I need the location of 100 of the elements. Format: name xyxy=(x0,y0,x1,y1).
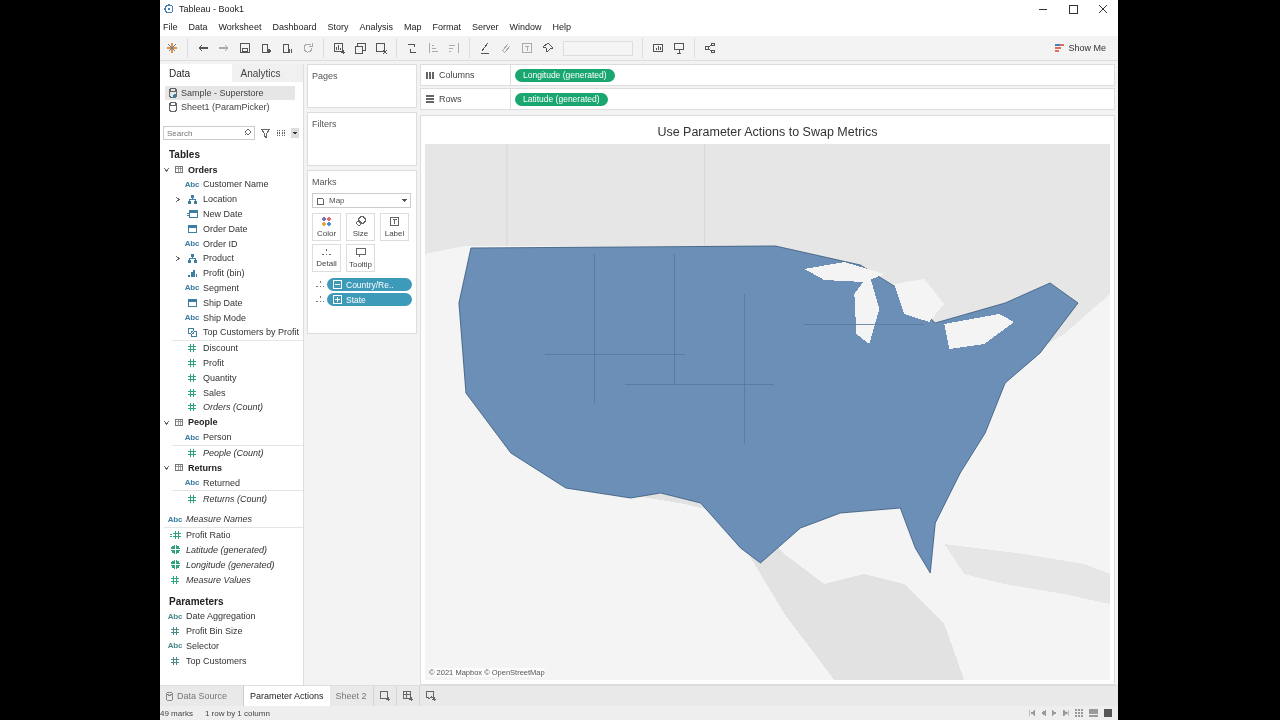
menu-item[interactable]: Data xyxy=(188,22,208,32)
field-name[interactable]: Quantity xyxy=(203,372,237,383)
grid-view-icon[interactable] xyxy=(276,129,285,137)
pin-icon[interactable] xyxy=(542,42,554,54)
logo-icon[interactable] xyxy=(166,42,178,54)
field-name[interactable]: Discount xyxy=(203,343,238,354)
field-name[interactable]: Orders (Count) xyxy=(203,402,264,413)
field-name[interactable]: Measure Names xyxy=(186,514,253,525)
field-name[interactable]: Location xyxy=(203,194,238,205)
field-name[interactable]: Returns (Count) xyxy=(203,493,268,504)
field-name[interactable]: Sales xyxy=(203,387,226,398)
marks-button[interactable]: Label xyxy=(380,213,409,241)
field-name[interactable]: Profit Ratio xyxy=(186,530,231,541)
menu-item[interactable]: Help xyxy=(552,22,572,32)
data-type-label: Abc xyxy=(184,283,200,293)
menu-item[interactable]: Dashboard xyxy=(272,22,317,32)
sheet-tab[interactable]: Parameter Actions xyxy=(244,686,330,706)
data-source-item[interactable]: Sheet1 (ParamPicker) xyxy=(165,100,295,114)
field-name[interactable]: New Date xyxy=(203,209,243,219)
mark-type-dropdown[interactable]: Map xyxy=(312,193,411,208)
field-name[interactable]: Ship Date xyxy=(203,297,243,308)
table-icon xyxy=(175,464,183,472)
collapse-icon[interactable] xyxy=(333,280,342,289)
data-type-label: Abc xyxy=(184,239,200,249)
datasource-pause-icon[interactable] xyxy=(281,42,293,54)
menu-item[interactable]: Format xyxy=(432,22,461,32)
data-type-label: Abc xyxy=(167,514,183,524)
detail-dots-icon xyxy=(316,281,324,288)
chart-icon xyxy=(1055,43,1065,53)
marks-button[interactable]: Color xyxy=(312,213,341,241)
field-name[interactable]: Latitude (generated) xyxy=(186,544,268,555)
menu-item[interactable]: Analysis xyxy=(359,22,393,32)
field-name[interactable]: Top Customers by Profit xyxy=(203,327,300,338)
field-name[interactable]: Person xyxy=(203,432,232,443)
menu-item[interactable]: Worksheet xyxy=(218,22,262,32)
paperclip-icon[interactable] xyxy=(500,42,512,54)
marks-button[interactable]: Tooltip xyxy=(346,244,375,272)
chevron-down-icon[interactable] xyxy=(163,464,170,472)
show-me-button[interactable]: Show Me xyxy=(1053,41,1108,55)
menu-item[interactable]: File xyxy=(163,22,178,32)
new-dashboard-icon[interactable] xyxy=(402,691,413,701)
shelf-label: Columns xyxy=(439,70,475,80)
field-name[interactable]: Selector xyxy=(186,640,220,651)
field-name[interactable]: Segment xyxy=(203,282,240,293)
share-icon[interactable] xyxy=(704,42,716,54)
field-name[interactable]: Date Aggregation xyxy=(186,611,256,622)
table-name[interactable]: Orders xyxy=(188,164,218,175)
swap-icon[interactable] xyxy=(406,42,418,54)
save-icon[interactable] xyxy=(239,42,251,54)
status-text: 49 marks xyxy=(160,708,193,718)
field-name[interactable]: Ship Mode xyxy=(203,312,247,323)
data-source-item[interactable]: Sample - Superstore xyxy=(165,86,295,100)
duplicate-sheet-icon[interactable] xyxy=(354,42,366,54)
field-name[interactable]: Returned xyxy=(203,477,241,488)
search-field[interactable]: Search xyxy=(163,126,255,140)
field-name[interactable]: Longitude (generated) xyxy=(186,559,275,570)
menu-item[interactable]: Map xyxy=(403,22,422,32)
chevron-right-icon[interactable] xyxy=(173,195,181,203)
new-worksheet-icon[interactable] xyxy=(333,42,345,54)
field-name[interactable]: Order Date xyxy=(203,223,248,234)
close-icon[interactable] xyxy=(1098,4,1108,14)
menu-item[interactable]: Server xyxy=(472,22,499,32)
new-story-icon[interactable] xyxy=(425,691,436,701)
field-name[interactable]: People (Count) xyxy=(203,447,264,458)
field-name[interactable]: Customer Name xyxy=(203,179,269,190)
chevron-right-icon[interactable] xyxy=(173,254,181,262)
field-name[interactable]: Profit (bin) xyxy=(203,268,245,279)
search-icon[interactable] xyxy=(244,129,251,136)
data-type-label: Abc xyxy=(184,179,200,189)
highlighter-icon[interactable] xyxy=(479,42,491,54)
table-icon xyxy=(175,166,183,173)
field-name[interactable]: Product xyxy=(203,253,235,264)
add-datasource-icon[interactable] xyxy=(260,42,272,54)
data-type-label: Abc xyxy=(184,432,200,442)
back-arrow-icon[interactable] xyxy=(197,42,209,54)
presentation-icon[interactable] xyxy=(673,42,685,54)
shelf-label: Rows xyxy=(439,94,462,104)
marks-button[interactable]: Detail xyxy=(312,244,341,272)
field-name[interactable]: Top Customers xyxy=(186,655,247,666)
clear-sheet-icon[interactable] xyxy=(375,42,387,54)
table-name[interactable]: People xyxy=(188,417,218,428)
menu-item[interactable]: Story xyxy=(327,22,349,32)
chevron-down-icon[interactable] xyxy=(163,418,170,426)
card-title: Filters xyxy=(312,119,338,129)
maximize-icon[interactable] xyxy=(1068,4,1078,14)
field-name[interactable]: Profit xyxy=(203,357,224,368)
rows-icon xyxy=(426,95,434,103)
fit-view-icon[interactable] xyxy=(652,42,664,54)
expand-icon[interactable] xyxy=(333,295,342,304)
field-name[interactable]: Measure Values xyxy=(186,574,251,585)
table-name[interactable]: Returns xyxy=(188,462,222,473)
chevron-down-icon[interactable] xyxy=(163,166,170,173)
menu-item[interactable]: Window xyxy=(509,22,542,32)
dropdown-icon[interactable] xyxy=(291,128,299,138)
field-name[interactable]: Profit Bin Size xyxy=(186,626,243,637)
filter-icon[interactable] xyxy=(261,128,270,138)
pane-tab[interactable]: Data xyxy=(160,64,232,82)
new-worksheet-icon[interactable] xyxy=(379,691,390,701)
field-name[interactable]: Order ID xyxy=(203,238,238,249)
marks-button[interactable]: Size xyxy=(346,213,375,241)
